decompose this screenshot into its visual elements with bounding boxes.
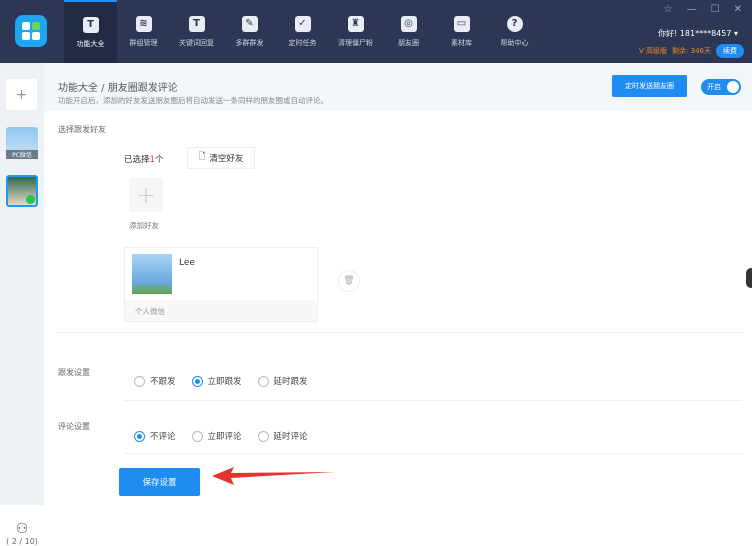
users-icon: ⚇ (15, 521, 29, 537)
plan-info: V 高级版 剩余: 346天 续费 (639, 44, 744, 58)
selected-count: 已选择1个 (124, 155, 164, 165)
feature-description: 功能开启后，添加的好友发送朋友圈后将自动发送一条同样的朋友圈或自动评论。 (58, 96, 328, 105)
nav-item-scheduled[interactable]: ✓ 定时任务 (276, 0, 329, 63)
delete-friend-button[interactable]: 🗑 (338, 270, 360, 292)
app-logo (15, 15, 47, 47)
nav-item-moments[interactable]: ◎ 朋友圈 (382, 0, 435, 63)
friend-card: Lee 个人微信 (124, 247, 318, 322)
main-nav: T 功能大全 ≋ 群组管理 T 关键词回复 ✎ 多群群发 ✓ 定时任务 ♜ 清理僵尸粉 ◎ 朋… (64, 0, 541, 63)
enable-toggle[interactable]: 开启 (701, 79, 741, 95)
help-icon: ? (506, 15, 523, 32)
account-avatar-active[interactable] (6, 175, 38, 207)
nav-item-mass-send[interactable]: ✎ 多群群发 (223, 0, 276, 63)
maximize-icon[interactable]: ☐ (711, 4, 720, 15)
remaining-days: 剩余: 346天 (672, 47, 711, 55)
broom-icon: ♜ (347, 15, 364, 32)
nav-label: 群组管理 (129, 38, 158, 47)
add-friend-button[interactable]: + (129, 178, 163, 212)
friends-label: 选择跟发好友 (58, 125, 106, 134)
radio-no-comment[interactable]: 不评论 (134, 430, 176, 442)
divider (124, 453, 742, 454)
renew-button[interactable]: 续费 (716, 44, 744, 58)
account-label: PC微信 (6, 150, 38, 159)
close-icon[interactable]: ✕ (734, 4, 742, 15)
edit-icon: ✎ (241, 15, 258, 32)
clear-friends-button[interactable]: 🗋 清空好友 (187, 147, 255, 169)
nav-item-features[interactable]: T 功能大全 (64, 0, 117, 63)
nav-label: 朋友圈 (398, 38, 419, 47)
radio-comment-now[interactable]: 立即评论 (191, 430, 242, 442)
text-icon: T (188, 15, 205, 32)
toggle-knob (727, 81, 739, 93)
divider (124, 400, 742, 401)
clear-label: 清空好友 (209, 154, 244, 164)
radio-no-follow[interactable]: 不跟发 (134, 375, 176, 387)
online-badge (26, 195, 35, 204)
aperture-icon: ◎ (400, 15, 417, 32)
plan-label: V 高级版 (639, 47, 668, 55)
top-bar: T 功能大全 ≋ 群组管理 T 关键词回复 ✎ 多群群发 ✓ 定时任务 ♜ 清理僵尸粉 ◎ 朋… (0, 0, 752, 63)
add-account-button[interactable]: + (6, 79, 37, 110)
save-settings-button[interactable]: 保存设置 (119, 468, 200, 496)
nav-label: 功能大全 (76, 39, 105, 48)
nav-label: 关键词回复 (179, 38, 214, 47)
page-header: 功能大全 / 朋友圈跟发评论 功能开启后，添加的好友发送朋友圈后将自动发送一条同… (44, 63, 752, 111)
radio-follow-now[interactable]: 立即跟发 (191, 375, 242, 387)
divider (58, 332, 742, 333)
folder-icon: ▭ (453, 15, 470, 32)
follow-settings-label: 跟发设置 (58, 368, 90, 377)
pin-icon[interactable]: ☆ (664, 4, 673, 15)
nav-label: 帮助中心 (500, 38, 529, 47)
nav-item-cleanup[interactable]: ♜ 清理僵尸粉 (329, 0, 382, 63)
cube-icon: T (82, 16, 99, 33)
friend-avatar (132, 254, 172, 294)
follow-radio-group: 不跟发 立即跟发 延时跟发 (134, 375, 308, 387)
account-count: ⚇( 2 / 10) (0, 521, 44, 546)
comment-radio-group: 不评论 立即评论 延时评论 (134, 430, 308, 442)
minimize-icon[interactable]: — (687, 4, 697, 15)
side-handle[interactable] (746, 268, 752, 288)
comment-settings-label: 评论设置 (58, 422, 90, 431)
radio-comment-delayed[interactable]: 延时评论 (257, 430, 308, 442)
nav-label: 清理僵尸粉 (338, 38, 373, 47)
user-menu[interactable]: 你好! 181****8457 ▾ (658, 28, 738, 39)
nav-item-keyword-reply[interactable]: T 关键词回复 (170, 0, 223, 63)
trash-icon: 🗋 (198, 152, 206, 162)
timed-moments-button[interactable]: 定时发送朋友圈 (612, 75, 687, 97)
nav-item-help[interactable]: ? 帮助中心 (488, 0, 541, 63)
count-text: ( 2 / 10) (6, 537, 38, 546)
nav-item-materials[interactable]: ▭ 素材库 (435, 0, 488, 63)
nav-item-groups[interactable]: ≋ 群组管理 (117, 0, 170, 63)
account-avatar[interactable]: PC微信 (6, 127, 38, 159)
add-friend-label: 添加好友 (129, 221, 159, 230)
layers-icon: ≋ (135, 15, 152, 32)
nav-label: 多群群发 (235, 38, 264, 47)
breadcrumb: 功能大全 / 朋友圈跟发评论 (58, 83, 178, 94)
account-sidebar: + PC微信 ⚇( 2 / 10) (0, 63, 44, 546)
friend-name: Lee (179, 258, 195, 268)
window-controls: ☆ — ☐ ✕ (664, 4, 742, 15)
red-arrow-annotation (212, 467, 335, 485)
nav-label: 素材库 (451, 38, 472, 47)
nav-label: 定时任务 (288, 38, 317, 47)
toggle-label: 开启 (707, 83, 721, 91)
friend-type: 个人微信 (125, 300, 317, 321)
checklist-icon: ✓ (294, 15, 311, 32)
radio-follow-delayed[interactable]: 延时跟发 (257, 375, 308, 387)
